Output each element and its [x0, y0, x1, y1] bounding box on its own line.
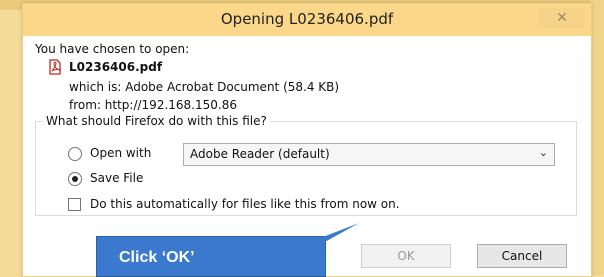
- instruction-callout: Click ‘OK’: [96, 223, 359, 277]
- open-with-radio[interactable]: [68, 147, 82, 161]
- chevron-down-icon: ⌄: [538, 146, 548, 159]
- action-question: What should Firefox do with this file?: [43, 114, 270, 128]
- radio-selected-dot: [72, 176, 78, 182]
- save-file-radio[interactable]: [68, 172, 82, 186]
- save-file-label[interactable]: Save File: [90, 171, 143, 185]
- dialog-title: Opening L0236406.pdf: [220, 10, 394, 28]
- pdf-file-icon: [49, 59, 62, 75]
- file-name: L0236406.pdf: [69, 60, 163, 74]
- close-button[interactable]: ✕: [539, 8, 585, 28]
- file-source: from: http://192.168.150.86: [69, 98, 237, 112]
- intro-text: You have chosen to open:: [35, 42, 190, 56]
- callout-text: Click ‘OK’: [119, 249, 195, 266]
- ok-button[interactable]: OK: [361, 244, 451, 268]
- file-type: which is: Adobe Acrobat Document (58.4 K…: [69, 80, 340, 94]
- open-with-select[interactable]: Adobe Reader (default) ⌄: [183, 143, 555, 166]
- open-with-app: Adobe Reader (default): [190, 147, 330, 161]
- title-bar: Opening L0236406.pdf ✕: [23, 4, 591, 36]
- background-right: [590, 0, 604, 275]
- close-icon: ✕: [556, 10, 568, 26]
- callout-pointer: [323, 223, 359, 243]
- auto-checkbox[interactable]: [68, 198, 81, 211]
- cancel-button[interactable]: Cancel: [477, 244, 567, 268]
- auto-label[interactable]: Do this automatically for files like thi…: [90, 197, 400, 211]
- open-with-label[interactable]: Open with: [90, 146, 151, 160]
